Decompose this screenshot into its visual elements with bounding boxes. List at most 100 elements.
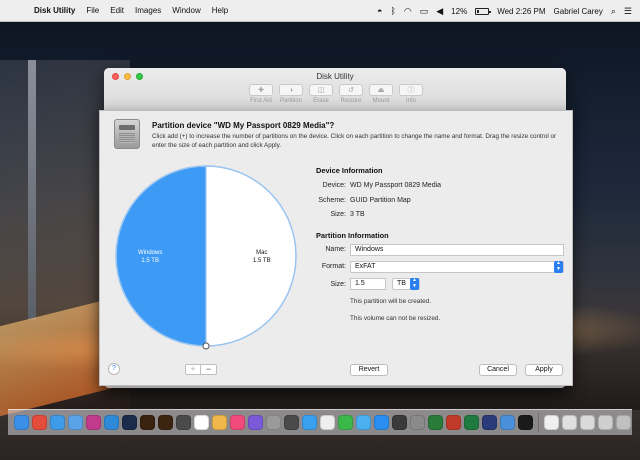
toolbar-restore[interactable]: ↺ Restore <box>338 84 364 104</box>
menu-edit[interactable]: Edit <box>110 6 124 15</box>
menu-window[interactable]: Window <box>172 6 200 15</box>
app-icon[interactable] <box>428 415 443 430</box>
app-icon[interactable] <box>544 415 559 430</box>
filezilla-icon[interactable] <box>446 415 461 430</box>
info-icon: ⓘ <box>399 84 423 96</box>
partition-pie-chart[interactable]: Windows 1.5 TB Mac 1.5 TB <box>114 164 298 350</box>
app-icon[interactable] <box>598 415 613 430</box>
device-size-value: 3 TB <box>350 211 365 218</box>
photoshop-icon[interactable] <box>122 415 137 430</box>
volume-resize-note: This volume can not be resized. <box>350 315 441 322</box>
size-label: Size: <box>330 281 346 288</box>
remove-partition-button[interactable]: − <box>201 364 217 375</box>
airplay-icon[interactable]: ▭ <box>420 6 429 16</box>
toolbar-first-aid[interactable]: ✚ First Aid <box>248 84 274 104</box>
finder-icon[interactable] <box>14 415 29 430</box>
partition-size-field[interactable]: 1.5 <box>350 278 386 290</box>
toolbar-info[interactable]: ⓘ Info <box>398 84 424 104</box>
photos-icon[interactable] <box>212 415 227 430</box>
pie-label-name: Windows <box>138 250 162 256</box>
toolbar-label: Info <box>405 98 416 104</box>
format-select[interactable]: ExFAT ▲ ▼ <box>350 260 564 273</box>
partition-created-note: This partition will be created. <box>350 298 431 305</box>
format-select-value: ExFAT <box>355 263 376 270</box>
toolbar-partition[interactable]: ◑ Partition <box>278 84 304 104</box>
resize-handle[interactable] <box>202 342 210 350</box>
app-icon[interactable] <box>284 415 299 430</box>
pie-slice-windows[interactable] <box>115 165 207 347</box>
help-button[interactable]: ? <box>108 363 120 375</box>
add-partition-button[interactable]: + <box>185 364 201 375</box>
partition-info-heading: Partition Information <box>316 231 389 240</box>
music-icon[interactable] <box>230 415 245 430</box>
apply-button[interactable]: Apply <box>525 364 563 376</box>
system-preferences-icon[interactable] <box>410 415 425 430</box>
menu-help[interactable]: Help <box>212 6 228 15</box>
app-store-icon[interactable] <box>374 415 389 430</box>
app-icon[interactable] <box>392 415 407 430</box>
mount-icon: ⏏ <box>369 84 393 96</box>
app-icon[interactable] <box>500 415 515 430</box>
toolbar-label: Mount <box>372 98 390 104</box>
dock <box>8 409 632 435</box>
toolbar-label: Erase <box>313 98 329 104</box>
pie-slice-mac[interactable] <box>205 165 297 347</box>
device-size-label: Size: <box>330 211 346 218</box>
status-icon[interactable]: ◓ <box>377 6 382 16</box>
calendar-icon[interactable] <box>320 415 335 430</box>
mail-icon[interactable] <box>68 415 83 430</box>
battery-percent[interactable]: 12% <box>451 7 467 16</box>
pie-svg[interactable]: Windows 1.5 TB Mac 1.5 TB <box>114 164 298 350</box>
chrome-icon[interactable] <box>32 415 47 430</box>
sheet-description: Click add (+) to increase the number of … <box>152 133 557 149</box>
menu-user[interactable]: Gabriel Carey <box>554 7 603 16</box>
partition-name-field[interactable]: Windows <box>350 244 564 256</box>
erase-icon: ◫ <box>309 84 333 96</box>
app-icon[interactable] <box>356 415 371 430</box>
size-unit-select[interactable]: TB ▲ ▼ <box>392 277 420 290</box>
app-icon[interactable] <box>86 415 101 430</box>
battery-icon[interactable] <box>475 7 492 15</box>
spotlight-icon[interactable]: ⌕ <box>611 6 616 16</box>
app-icon[interactable] <box>266 415 281 430</box>
app-icon[interactable] <box>338 415 353 430</box>
restore-icon: ↺ <box>339 84 363 96</box>
notification-center-icon[interactable]: ☰ <box>624 6 632 16</box>
size-unit-value: TB <box>397 280 406 287</box>
app-icon[interactable] <box>580 415 595 430</box>
menu-app-name[interactable]: Disk Utility <box>34 6 75 15</box>
bluetooth-icon[interactable]: ᛒ <box>390 6 395 16</box>
illustrator-icon[interactable] <box>140 415 155 430</box>
menu-clock[interactable]: Wed 2:26 PM <box>497 7 545 16</box>
partition-sheet: Partition device "WD My Passport 0829 Me… <box>99 110 573 386</box>
pie-label-size: 1.5 TB <box>253 258 271 264</box>
format-label: Format: <box>321 263 346 270</box>
app-icon[interactable] <box>248 415 263 430</box>
calendar-icon[interactable] <box>194 415 209 430</box>
app-icon[interactable] <box>482 415 497 430</box>
hard-drive-icon <box>114 119 140 149</box>
twitter-icon[interactable] <box>302 415 317 430</box>
toolbar-erase[interactable]: ◫ Erase <box>308 84 334 104</box>
menu-file[interactable]: File <box>86 6 99 15</box>
revert-button[interactable]: Revert <box>350 364 388 376</box>
toolbar-mount[interactable]: ⏏ Mount <box>368 84 394 104</box>
window-title: Disk Utility <box>316 72 354 81</box>
scheme-label: Scheme: <box>318 197 346 204</box>
volume-icon[interactable]: ◀ <box>436 6 443 16</box>
app-icon[interactable] <box>518 415 533 430</box>
cancel-button[interactable]: Cancel <box>479 364 517 376</box>
device-value: WD My Passport 0829 Media <box>350 182 442 189</box>
wifi-icon[interactable]: ◠ <box>404 6 412 16</box>
app-icon[interactable] <box>104 415 119 430</box>
safari-icon[interactable] <box>50 415 65 430</box>
excel-icon[interactable] <box>464 415 479 430</box>
app-icon[interactable] <box>176 415 191 430</box>
sheet-title: Partition device "WD My Passport 0829 Me… <box>152 121 335 130</box>
name-label: Name: <box>325 246 346 253</box>
app-icon[interactable] <box>562 415 577 430</box>
trash-icon[interactable] <box>616 415 631 430</box>
bridge-icon[interactable] <box>158 415 173 430</box>
device-label: Device: <box>322 182 346 189</box>
menu-images[interactable]: Images <box>135 6 161 15</box>
